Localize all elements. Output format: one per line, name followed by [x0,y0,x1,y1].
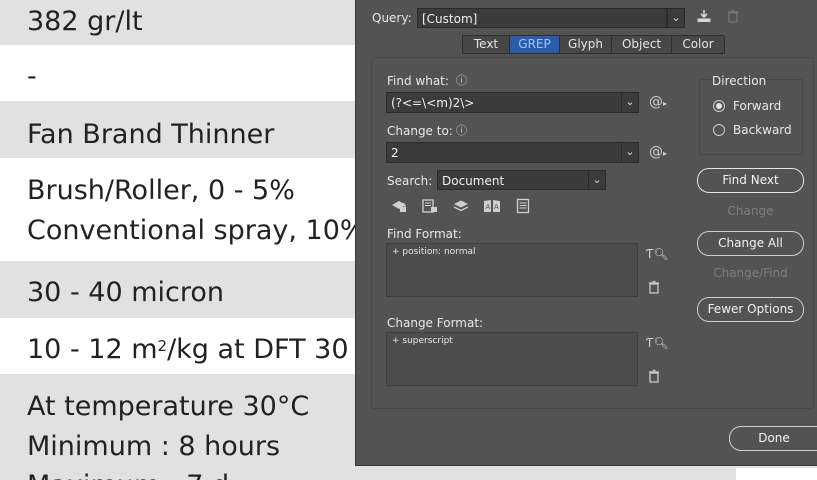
trash-icon[interactable] [647,369,661,387]
doc-text: At temperature 30°C [27,391,310,422]
doc-text: /kg at DFT 30 - [167,334,367,365]
find-what-label: Find what: [387,74,449,88]
include-locked-layers-icon[interactable] [390,198,408,218]
tab-color[interactable]: Color [672,36,724,53]
doc-text: Minimum : 8 hours [27,431,281,462]
change-all-button[interactable]: Change All [697,231,804,256]
radio-forward[interactable] [713,100,725,112]
search-scope-select[interactable]: Document [437,170,589,190]
change-button[interactable]: Change [697,200,804,225]
trash-icon[interactable] [725,9,741,27]
page-edge [736,468,817,480]
chevron-down-icon[interactable]: ⌄ [621,142,639,163]
tab-object[interactable]: Object [612,36,672,53]
doc-text: Brush/Roller, 0 - 5% [27,175,295,206]
search-label: Search: [387,174,433,188]
doc-text: Conventional spray, 10% [27,215,366,246]
done-button[interactable]: Done [729,426,817,451]
info-icon: ⓘ [456,74,467,87]
specify-attributes-icon[interactable]: Ƭ🔍︎ [646,336,669,350]
chevron-down-icon[interactable]: ⌄ [588,170,606,190]
direction-group [699,79,803,155]
include-hidden-layers-icon[interactable] [452,198,470,218]
include-master-pages-icon[interactable]: AA [483,198,501,218]
doc-text: Fan Brand Thinner [27,119,275,150]
forward-label[interactable]: Forward [733,99,781,113]
search-type-tabs: Text GREP Glyph Object Color [462,35,725,54]
include-footnotes-icon[interactable] [514,198,532,218]
backward-label[interactable]: Backward [733,123,792,137]
change-find-button[interactable]: Change/Find [697,262,804,287]
specify-attributes-icon[interactable]: Ƭ🔍︎ [646,247,669,261]
find-change-dialog: Query: [Custom] ⌄ Text GREP Glyph Object… [355,0,817,466]
direction-label: Direction [712,74,767,88]
doc-text: Maximum : 7 d [27,470,229,480]
doc-text: 30 - 40 micron [27,277,224,308]
svg-text:A: A [486,203,491,211]
find-format-label: Find Format: [387,227,462,241]
change-to-label: Change to: [387,124,453,138]
doc-text: 382 gr/lt [27,6,143,37]
radio-backward[interactable] [713,124,725,136]
trash-icon[interactable] [647,280,661,298]
change-format-box[interactable]: + superscript [386,332,638,386]
include-locked-stories-icon[interactable] [421,198,439,218]
chevron-down-icon[interactable]: ⌄ [621,92,639,113]
query-label: Query: [372,11,412,25]
find-next-button[interactable]: Find Next [697,168,804,193]
find-what-input[interactable]: (?<=\<m)2\> [386,92,622,113]
doc-text: - [27,61,37,92]
tab-grep[interactable]: GREP [510,36,560,53]
at-sign-icon[interactable]: @▸ [649,144,667,160]
superscript-text: 2 [157,337,168,355]
find-format-box[interactable]: + position: normal [386,243,638,297]
change-format-label: Change Format: [387,316,484,330]
doc-text: 10 - 12 m [27,334,158,365]
change-to-input[interactable]: 2 [386,142,622,163]
tab-glyph[interactable]: Glyph [560,36,612,53]
chevron-down-icon[interactable]: ⌄ [667,8,685,28]
at-sign-icon[interactable]: @▸ [649,94,667,110]
svg-text:A: A [494,203,499,211]
tab-text[interactable]: Text [463,36,510,53]
fewer-options-button[interactable]: Fewer Options [697,297,804,322]
info-icon: ⓘ [456,124,467,137]
save-query-icon[interactable] [695,9,713,27]
query-select[interactable]: [Custom] [417,8,667,28]
